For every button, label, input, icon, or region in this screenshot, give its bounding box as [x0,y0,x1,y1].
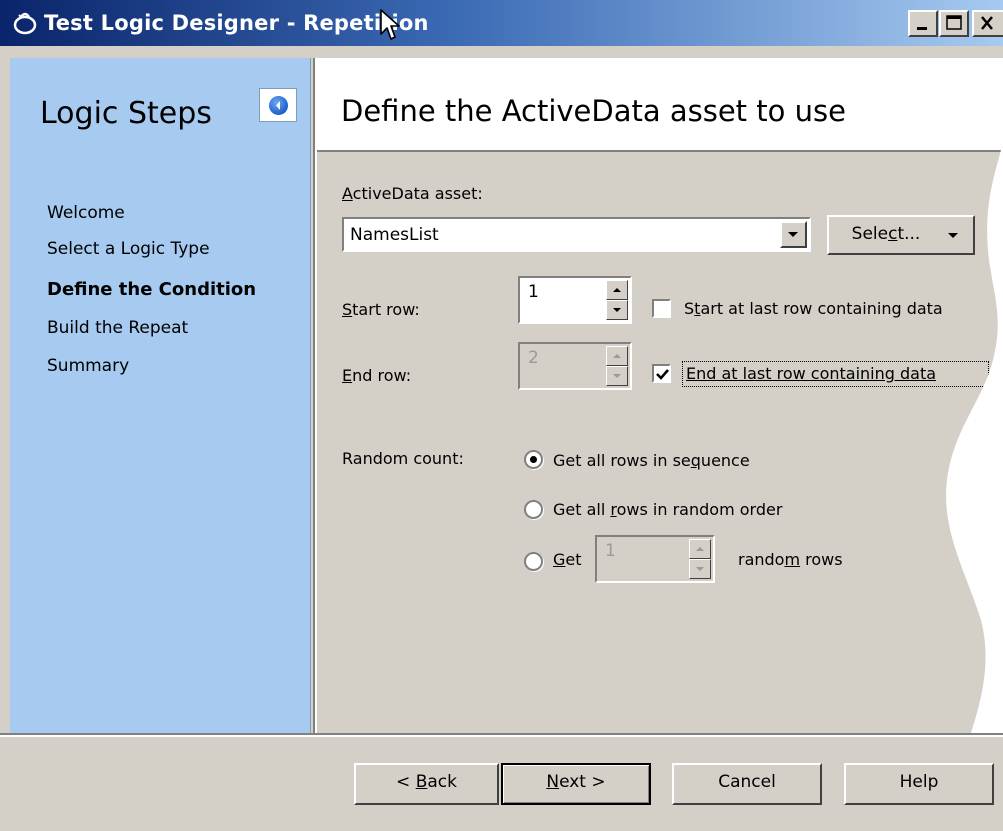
chevron-left-icon [269,96,288,115]
step-define-condition[interactable]: Define the Condition [47,279,256,300]
minimize-button[interactable] [908,10,938,37]
option-all-in-sequence-label[interactable]: Get all rows in sequence [553,451,750,470]
combo-dropdown-button[interactable] [780,221,807,248]
close-icon [981,16,993,30]
start-row-spinner[interactable]: 1 [518,276,632,324]
random-rows-decrement-button [689,559,711,579]
next-button[interactable]: Next > [501,763,651,805]
start-row-decrement-button[interactable] [606,300,628,320]
start-at-last-row-checkbox[interactable] [652,299,671,318]
end-row-increment-button [606,346,628,366]
mouse-cursor-icon [380,9,400,40]
start-row-increment-button[interactable] [606,280,628,300]
end-row-label: End row: [342,366,412,385]
start-row-label: Start row: [342,300,420,319]
back-button[interactable]: < Back [354,763,499,805]
minimize-icon [917,27,927,30]
title-bar[interactable]: Test Logic Designer - Repetition [0,0,1003,46]
close-button[interactable] [972,10,1003,37]
step-summary[interactable]: Summary [47,356,129,376]
panel-divider-highlight [315,58,317,733]
window-title: Test Logic Designer - Repetition [44,11,429,35]
collapse-panel-button[interactable] [259,88,297,122]
random-rows-increment-button [689,539,711,559]
end-at-last-row-label[interactable]: End at last row containing data [686,364,936,383]
end-row-value: 2 [528,348,539,368]
end-row-spinner: 2 [518,342,632,390]
arrow-up-icon [613,288,621,292]
radio-all-in-sequence[interactable] [524,450,543,469]
step-select-logic-type[interactable]: Select a Logic Type [47,239,210,259]
help-button[interactable]: Help [844,763,994,805]
end-at-last-row-checkbox[interactable] [652,364,671,383]
cancel-button[interactable]: Cancel [672,763,822,805]
random-rows-value: 1 [605,541,616,561]
start-at-last-row-label[interactable]: Start at last row containing data [684,299,943,318]
asset-value: NamesList [350,225,439,245]
checkmark-icon [656,369,669,380]
option-all-random-order-label[interactable]: Get all rows in random order [553,500,782,519]
app-logo-icon [13,12,37,35]
chevron-down-icon [788,232,798,237]
arrow-down-icon [696,567,704,571]
random-rows-spinner: 1 [595,535,715,583]
start-row-value[interactable]: 1 [528,282,539,302]
page-header: Define the ActiveData asset to use [317,58,1003,152]
logic-steps-panel: Logic Steps Welcome Select a Logic Type … [10,58,311,733]
arrow-up-icon [613,354,621,358]
asset-label: ActiveData asset: [342,184,483,203]
panel-title: Logic Steps [40,96,212,131]
radio-all-random-order[interactable] [524,500,543,519]
maximize-button[interactable] [939,10,969,37]
radio-get-n-random[interactable] [524,552,543,571]
footer-divider-highlight [0,735,1003,737]
maximize-icon [946,15,962,30]
wizard-window: Test Logic Designer - Repetition Logic S… [0,0,1003,831]
step-build-repeat[interactable]: Build the Repeat [47,318,188,338]
arrow-down-icon [613,308,621,312]
random-rows-suffix-label: random rows [738,550,843,569]
end-row-decrement-button [606,366,628,386]
radio-selected-dot [530,456,537,463]
asset-combobox[interactable]: NamesList [342,217,811,252]
arrow-up-icon [696,547,704,551]
random-count-label: Random count: [342,449,464,468]
step-welcome[interactable]: Welcome [47,203,125,223]
arrow-down-icon [613,374,621,378]
torn-edge-decoration [946,150,1003,733]
option-get-label[interactable]: Get [553,550,582,569]
page-title: Define the ActiveData asset to use [341,94,846,128]
